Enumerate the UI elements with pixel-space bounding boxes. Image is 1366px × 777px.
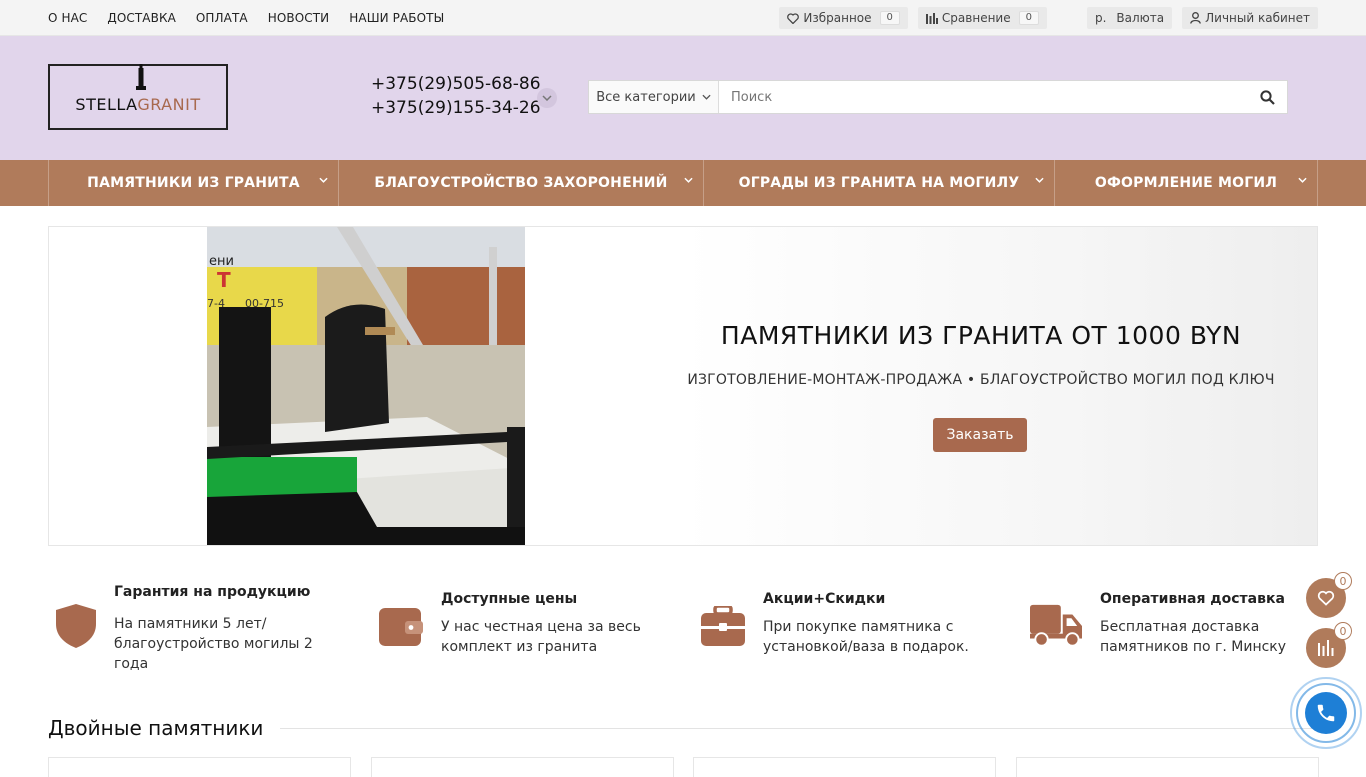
banner-subtitle: ИЗГОТОВЛЕНИЕ-МОНТАЖ-ПРОДАЖА • БЛАГОУСТРО… bbox=[687, 372, 1275, 388]
briefcase-icon bbox=[701, 606, 745, 646]
menu-item-label: БЛАГОУСТРОЙСТВО ЗАХОРОНЕНИЙ bbox=[374, 175, 668, 191]
account-label: Личный кабинет bbox=[1205, 11, 1310, 25]
compare-label: Сравнение bbox=[941, 11, 1011, 25]
feature-title: Акции+Скидки bbox=[763, 591, 886, 607]
feature-title: Оперативная доставка bbox=[1100, 591, 1285, 607]
favorites-label: Избранное bbox=[803, 11, 872, 25]
category-select[interactable]: Все категории bbox=[589, 81, 719, 113]
feature-prices: Доступные цены У нас честная цена за вес… bbox=[379, 580, 669, 657]
chevron-down-icon bbox=[702, 94, 711, 100]
feature-discounts: Акции+Скидки При покупке памятника с уст… bbox=[701, 580, 991, 657]
menu-item-label: ОГРАДЫ ИЗ ГРАНИТА НА МОГИЛУ bbox=[738, 175, 1020, 191]
chevron-down-icon bbox=[542, 95, 552, 101]
search-bar: Все категории bbox=[588, 80, 1288, 114]
top-bar: О НАС ДОСТАВКА ОПЛАТА НОВОСТИ НАШИ РАБОТ… bbox=[0, 0, 1366, 36]
topnav-delivery-link[interactable]: ДОСТАВКА bbox=[107, 11, 176, 25]
compare-count: 0 bbox=[1018, 11, 1039, 25]
feature-text: Бесплатная доставка памятников по г. Мин… bbox=[1100, 619, 1287, 655]
topnav-payment-link[interactable]: ОПЛАТА bbox=[196, 11, 248, 25]
section-divider bbox=[280, 728, 1318, 729]
feature-text: При покупке памятника с установкой/ваза … bbox=[763, 619, 969, 655]
product-card[interactable] bbox=[1016, 757, 1319, 777]
floating-compare-button[interactable]: 0 bbox=[1306, 622, 1352, 668]
floating-favorites-count: 0 bbox=[1334, 572, 1352, 590]
feature-delivery: Оперативная доставка Бесплатная доставка… bbox=[1030, 580, 1320, 657]
search-icon bbox=[1259, 89, 1275, 105]
favorites-button[interactable]: Избранное 0 bbox=[779, 7, 908, 29]
menu-item-label: ОФОРМЛЕНИЕ МОГИЛ bbox=[1094, 175, 1278, 191]
chevron-down-icon bbox=[684, 177, 693, 183]
menu-item-fences[interactable]: ОГРАДЫ ИЗ ГРАНИТА НА МОГИЛУ bbox=[703, 160, 1054, 206]
floating-compare-count: 0 bbox=[1334, 622, 1352, 640]
menu-item-monuments[interactable]: ПАМЯТНИКИ ИЗ ГРАНИТА bbox=[48, 160, 338, 206]
currency-label: Валюта bbox=[1116, 11, 1165, 25]
section-title: Двойные памятники bbox=[48, 716, 264, 740]
account-button[interactable]: Личный кабинет bbox=[1182, 7, 1318, 29]
product-card[interactable] bbox=[48, 757, 351, 777]
feature-title: Гарантия на продукцию bbox=[114, 584, 311, 600]
hero-banner: ени Т 7-4 00-715 ПАМЯТНИКИ ИЗ ГРАНИТА ОТ… bbox=[48, 226, 1318, 546]
svg-text:Т: Т bbox=[217, 268, 231, 292]
call-button[interactable] bbox=[1305, 692, 1347, 734]
menu-item-design[interactable]: ОФОРМЛЕНИЕ МОГИЛ bbox=[1054, 160, 1318, 206]
top-tools: Избранное 0 Сравнение 0 р. Валюта Личный… bbox=[779, 7, 1318, 29]
search-input[interactable] bbox=[719, 81, 1247, 113]
logo[interactable]: STELLAGRANIT bbox=[48, 64, 228, 130]
wallet-icon bbox=[379, 608, 423, 646]
monument-photo: ени Т 7-4 00-715 bbox=[207, 227, 525, 545]
category-select-value: Все категории bbox=[596, 89, 696, 105]
top-nav: О НАС ДОСТАВКА ОПЛАТА НОВОСТИ НАШИ РАБОТ… bbox=[48, 0, 444, 36]
topnav-news-link[interactable]: НОВОСТИ bbox=[268, 11, 330, 25]
main-menu: ПАМЯТНИКИ ИЗ ГРАНИТА БЛАГОУСТРОЙСТВО ЗАХ… bbox=[0, 160, 1366, 206]
phones-toggle-button[interactable] bbox=[537, 88, 557, 108]
phone-1[interactable]: +375(29)505-68-86 bbox=[371, 72, 541, 96]
menu-item-label: ПАМЯТНИКИ ИЗ ГРАНИТА bbox=[87, 175, 300, 191]
floating-favorites-button[interactable]: 0 bbox=[1306, 572, 1352, 618]
chevron-down-icon bbox=[319, 177, 328, 183]
phone-2[interactable]: +375(29)155-34-26 bbox=[371, 96, 541, 120]
menu-item-landscaping[interactable]: БЛАГОУСТРОЙСТВО ЗАХОРОНЕНИЙ bbox=[338, 160, 703, 206]
compare-button[interactable]: Сравнение 0 bbox=[917, 7, 1047, 29]
product-card[interactable] bbox=[693, 757, 996, 777]
feature-warranty: Гарантия на продукцию На памятники 5 лет… bbox=[56, 580, 346, 674]
svg-text:ени: ени bbox=[209, 254, 234, 269]
chevron-down-icon bbox=[1035, 177, 1044, 183]
topnav-about-link[interactable]: О НАС bbox=[48, 11, 87, 25]
product-card[interactable] bbox=[371, 757, 674, 777]
header: STELLAGRANIT +375(29)505-68-86 +375(29)1… bbox=[0, 36, 1366, 160]
chevron-down-icon bbox=[1298, 177, 1307, 183]
heart-icon bbox=[787, 12, 800, 24]
feature-text: На памятники 5 лет/ благоустройство моги… bbox=[114, 616, 313, 672]
logo-text: STELLAGRANIT bbox=[75, 95, 201, 114]
feature-title: Доступные цены bbox=[441, 591, 578, 607]
currency-symbol: р. bbox=[1094, 11, 1107, 25]
search-button[interactable] bbox=[1247, 81, 1287, 113]
bar-chart-icon bbox=[1318, 640, 1334, 656]
order-button[interactable]: Заказать bbox=[933, 418, 1027, 452]
banner-title: ПАМЯТНИКИ ИЗ ГРАНИТА ОТ 1000 BYN bbox=[720, 321, 1242, 350]
topnav-works-link[interactable]: НАШИ РАБОТЫ bbox=[349, 11, 444, 25]
bar-chart-icon bbox=[925, 12, 938, 24]
favorites-count: 0 bbox=[879, 11, 900, 25]
phone-list: +375(29)505-68-86 +375(29)155-34-26 bbox=[371, 72, 541, 120]
feature-text: У нас честная цена за весь комплект из г… bbox=[441, 619, 641, 655]
phone-icon bbox=[1317, 704, 1335, 722]
currency-button[interactable]: р. Валюта bbox=[1086, 7, 1173, 29]
shield-icon bbox=[56, 604, 96, 648]
user-icon bbox=[1190, 12, 1201, 24]
obelisk-icon bbox=[136, 64, 146, 90]
heart-icon bbox=[1317, 590, 1335, 606]
truck-icon bbox=[1030, 604, 1082, 647]
